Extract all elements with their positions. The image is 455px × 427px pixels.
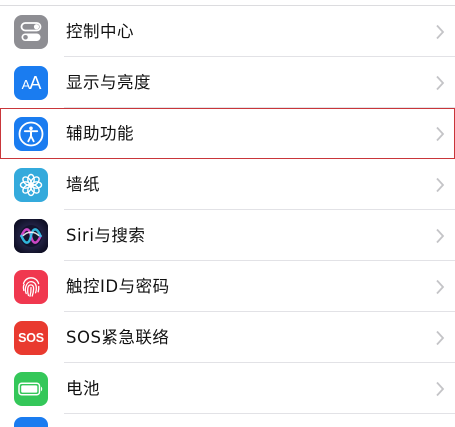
accessibility-icon bbox=[14, 117, 48, 151]
display-brightness-icon: AA bbox=[14, 66, 48, 100]
settings-row-label: 显示与亮度 bbox=[66, 73, 151, 92]
chevron-right-icon bbox=[436, 126, 445, 142]
siri-icon bbox=[14, 219, 48, 253]
settings-row-label: 墙纸 bbox=[66, 175, 100, 194]
settings-row-accessibility[interactable]: 辅助功能 bbox=[0, 108, 455, 159]
sos-icon: SOS bbox=[14, 321, 48, 355]
settings-row-label: 触控ID与密码 bbox=[66, 277, 170, 296]
settings-row-display-brightness[interactable]: AA 显示与亮度 bbox=[0, 57, 455, 108]
settings-row-touch-id[interactable]: 触控ID与密码 bbox=[0, 261, 455, 312]
chevron-right-icon bbox=[436, 381, 445, 397]
battery-icon bbox=[14, 372, 48, 406]
chevron-right-icon bbox=[436, 330, 445, 346]
row-separator bbox=[64, 413, 455, 414]
settings-row-label: 电池 bbox=[66, 379, 100, 398]
chevron-right-icon bbox=[436, 75, 445, 91]
settings-row-wallpaper[interactable]: 墙纸 bbox=[0, 159, 455, 210]
settings-row-battery[interactable]: 电池 bbox=[0, 363, 455, 414]
sos-glyph: SOS bbox=[18, 331, 44, 345]
chevron-right-icon bbox=[436, 177, 445, 193]
settings-list: 控制中心 AA 显示与亮度 辅助功能 墙纸 Siri与搜索 触控ID与密码 SO… bbox=[0, 6, 455, 414]
chevron-right-icon bbox=[436, 24, 445, 40]
chevron-right-icon bbox=[436, 279, 445, 295]
settings-row-label: SOS紧急联络 bbox=[66, 328, 170, 347]
fingerprint-icon bbox=[14, 270, 48, 304]
wallpaper-icon bbox=[14, 168, 48, 202]
chevron-right-icon bbox=[436, 228, 445, 244]
settings-row-emergency-sos[interactable]: SOS SOS紧急联络 bbox=[0, 312, 455, 363]
next-row-icon-partial bbox=[14, 417, 48, 427]
settings-row-label: Siri与搜索 bbox=[66, 226, 146, 245]
settings-row-control-center[interactable]: 控制中心 bbox=[0, 6, 455, 57]
control-center-icon bbox=[14, 15, 48, 49]
settings-row-siri-search[interactable]: Siri与搜索 bbox=[0, 210, 455, 261]
settings-row-label: 控制中心 bbox=[66, 22, 134, 41]
settings-row-label: 辅助功能 bbox=[66, 124, 134, 143]
